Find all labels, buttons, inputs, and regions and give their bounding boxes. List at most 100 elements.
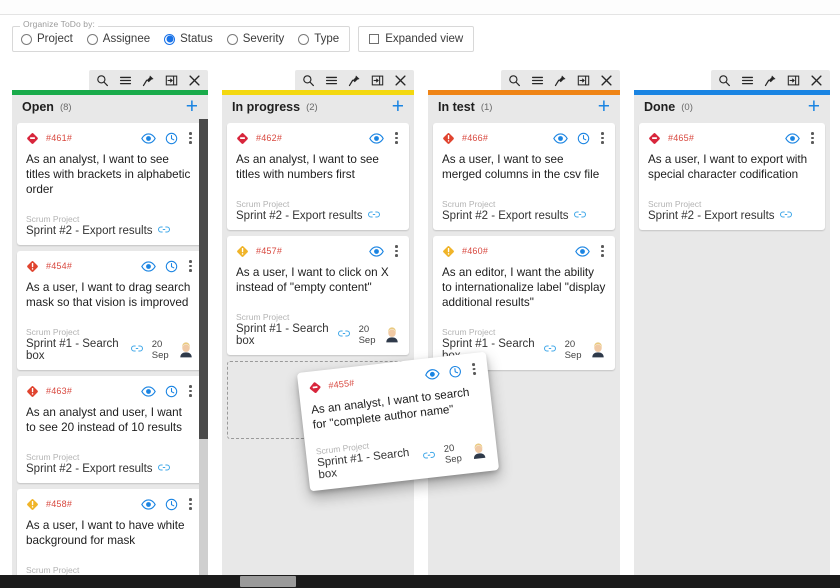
watch-eye-icon[interactable] — [141, 132, 156, 145]
checkbox-box[interactable] — [369, 34, 379, 44]
link-icon[interactable] — [338, 329, 350, 341]
link-icon[interactable] — [131, 344, 143, 356]
dragged-card[interactable]: #455#As an analyst, I want to search for… — [297, 352, 499, 492]
watch-eye-icon[interactable] — [369, 132, 384, 145]
radio-dot[interactable] — [227, 34, 238, 45]
column-close-icon[interactable] — [600, 74, 613, 87]
organize-radio-severity[interactable]: Severity — [227, 33, 285, 45]
watch-eye-icon[interactable] — [141, 260, 156, 273]
card-menu-icon[interactable] — [393, 245, 400, 257]
organize-radio-type[interactable]: Type — [298, 33, 339, 45]
severity-critical-icon — [236, 132, 249, 145]
watch-eye-icon[interactable] — [141, 385, 156, 398]
card-id[interactable]: #461# — [46, 133, 72, 143]
column-pin-icon[interactable] — [348, 74, 361, 87]
card-menu-icon[interactable] — [187, 498, 194, 510]
task-card[interactable]: #458#As a user, I want to have white bac… — [17, 489, 203, 575]
column-add-button[interactable]: + — [808, 98, 820, 116]
card-id[interactable]: #455# — [328, 378, 355, 391]
card-menu-icon[interactable] — [599, 132, 606, 144]
column-add-button[interactable]: + — [392, 98, 404, 116]
clock-icon[interactable] — [165, 132, 178, 145]
column-pin-icon[interactable] — [554, 74, 567, 87]
link-icon[interactable] — [544, 344, 556, 356]
card-id[interactable]: #463# — [46, 386, 72, 396]
column-close-icon[interactable] — [394, 74, 407, 87]
column-close-icon[interactable] — [188, 74, 201, 87]
clock-icon[interactable] — [577, 132, 590, 145]
organize-radio-status[interactable]: Status — [164, 33, 213, 45]
column-add-button[interactable]: + — [186, 98, 198, 116]
column-search-icon[interactable] — [718, 74, 731, 87]
clock-icon[interactable] — [448, 364, 462, 378]
assignee-avatar[interactable] — [590, 342, 606, 358]
link-icon[interactable] — [158, 225, 170, 237]
column-search-icon[interactable] — [96, 74, 109, 87]
card-menu-icon[interactable] — [187, 385, 194, 397]
card-id[interactable]: #457# — [256, 246, 282, 256]
column-search-icon[interactable] — [508, 74, 521, 87]
link-icon[interactable] — [574, 210, 586, 222]
card-id[interactable]: #458# — [46, 499, 72, 509]
assignee-avatar[interactable] — [384, 327, 400, 343]
card-id[interactable]: #460# — [462, 246, 488, 256]
column-scroll-thumb[interactable] — [199, 119, 208, 439]
task-card[interactable]: #466#As a user, I want to see merged col… — [433, 123, 615, 230]
expanded-view-checkbox[interactable]: Expanded view — [358, 26, 474, 52]
card-menu-icon[interactable] — [809, 132, 816, 144]
task-card[interactable]: #465#As a user, I want to export with sp… — [639, 123, 825, 230]
card-id[interactable]: #454# — [46, 261, 72, 271]
card-menu-icon[interactable] — [187, 260, 194, 272]
watch-eye-icon[interactable] — [141, 498, 156, 511]
radio-dot[interactable] — [87, 34, 98, 45]
column-pin-icon[interactable] — [764, 74, 777, 87]
column-pin-icon[interactable] — [142, 74, 155, 87]
watch-eye-icon[interactable] — [425, 366, 441, 381]
card-project: Scrum Project — [26, 327, 194, 337]
column-collapse-icon[interactable] — [577, 74, 590, 87]
card-menu-icon[interactable] — [187, 132, 194, 144]
watch-eye-icon[interactable] — [785, 132, 800, 145]
card-id[interactable]: #462# — [256, 133, 282, 143]
link-icon[interactable] — [368, 210, 380, 222]
task-card[interactable]: #462#As an analyst, I want to see titles… — [227, 123, 409, 230]
task-card[interactable]: #461#As an analyst, I want to see titles… — [17, 123, 203, 245]
column-menu-icon[interactable] — [325, 74, 338, 87]
column-menu-icon[interactable] — [119, 74, 132, 87]
radio-dot[interactable] — [21, 34, 32, 45]
column-collapse-icon[interactable] — [371, 74, 384, 87]
task-card[interactable]: #460#As an editor, I want the ability to… — [433, 236, 615, 370]
column-close-icon[interactable] — [810, 74, 823, 87]
watch-eye-icon[interactable] — [369, 245, 384, 258]
column-search-icon[interactable] — [302, 74, 315, 87]
card-id[interactable]: #465# — [668, 133, 694, 143]
task-card[interactable]: #463#As an analyst and user, I want to s… — [17, 376, 203, 483]
column-menu-icon[interactable] — [531, 74, 544, 87]
horizontal-scroll-thumb[interactable] — [240, 576, 296, 587]
card-meta-row: Sprint #1 - Search box20 Sep — [26, 338, 194, 362]
organize-radio-assignee[interactable]: Assignee — [87, 33, 150, 45]
task-card[interactable]: #454#As a user, I want to drag search ma… — [17, 251, 203, 370]
column-add-button[interactable]: + — [598, 98, 610, 116]
assignee-avatar[interactable] — [470, 442, 488, 460]
card-id[interactable]: #466# — [462, 133, 488, 143]
link-icon[interactable] — [780, 210, 792, 222]
radio-dot[interactable] — [164, 34, 175, 45]
task-card[interactable]: #457#As a user, I want to click on X ins… — [227, 236, 409, 355]
card-menu-icon[interactable] — [393, 132, 400, 144]
link-icon[interactable] — [158, 463, 170, 475]
clock-icon[interactable] — [165, 385, 178, 398]
column-collapse-icon[interactable] — [165, 74, 178, 87]
card-menu-icon[interactable] — [599, 245, 606, 257]
watch-eye-icon[interactable] — [553, 132, 568, 145]
assignee-avatar[interactable] — [178, 342, 194, 358]
watch-eye-icon[interactable] — [575, 245, 590, 258]
radio-dot[interactable] — [298, 34, 309, 45]
clock-icon[interactable] — [165, 260, 178, 273]
link-icon[interactable] — [423, 450, 436, 463]
column-collapse-icon[interactable] — [787, 74, 800, 87]
column-menu-icon[interactable] — [741, 74, 754, 87]
organize-radio-project[interactable]: Project — [21, 33, 73, 45]
card-menu-icon[interactable] — [470, 363, 478, 375]
clock-icon[interactable] — [165, 498, 178, 511]
